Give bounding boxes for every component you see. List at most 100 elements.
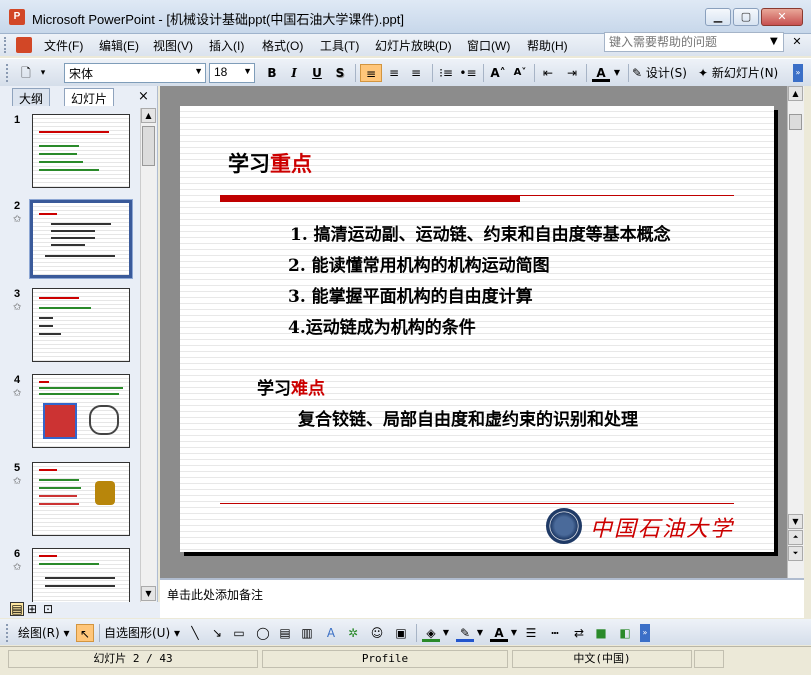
toolbar-options-icon[interactable]: ▾ — [38, 64, 48, 82]
clipart-icon[interactable]: ☺ — [368, 624, 386, 642]
slideshow-icon[interactable]: ⊡ — [43, 602, 53, 616]
minimize-button[interactable]: ▁ — [705, 8, 731, 26]
menu-window[interactable]: 窗口(W) — [467, 37, 510, 54]
toolbar-overflow-icon[interactable]: » — [793, 64, 803, 82]
align-right-icon[interactable]: ≡ — [406, 64, 426, 82]
menu-tools[interactable]: 工具(T) — [320, 37, 359, 54]
slide-thumbnail[interactable] — [32, 114, 130, 188]
powerpoint-icon[interactable]: P — [9, 9, 25, 25]
slide-thumbnail-selected[interactable] — [29, 199, 133, 279]
toolbar-grip[interactable] — [6, 624, 10, 642]
normal-view-icon[interactable]: ▤ — [10, 602, 24, 616]
line-style-icon[interactable]: ☰ — [522, 624, 540, 642]
difficulty-text[interactable]: 复合铰链、局部自由度和虚约束的识别和处理 — [298, 405, 638, 430]
document-icon[interactable] — [16, 37, 32, 53]
decrease-indent-icon[interactable]: ⇤ — [538, 64, 558, 82]
chevron-down-icon[interactable]: ▼ — [442, 624, 450, 642]
tab-slides[interactable]: 幻灯片 — [64, 88, 115, 106]
slide-sorter-icon[interactable]: ⊞ — [27, 602, 37, 616]
menu-format[interactable]: 格式(O) — [262, 37, 303, 54]
previous-slide-icon[interactable]: ⏶ — [788, 530, 803, 545]
underline-button[interactable]: U — [308, 64, 326, 82]
picture-icon[interactable]: ▣ — [392, 624, 410, 642]
chevron-down-icon[interactable]: ▼ — [476, 624, 484, 642]
next-slide-icon[interactable]: ⏷ — [788, 546, 803, 561]
align-left-icon[interactable]: ≡ — [360, 64, 382, 82]
notes-pane[interactable]: 单击此处添加备注 — [160, 578, 804, 618]
decrease-font-icon[interactable]: A˅ — [510, 64, 530, 82]
menu-edit[interactable]: 编辑(E) — [99, 37, 139, 54]
slide-canvas[interactable]: 学习重点 1. 搞清运动副、运动链、约束和自由度等基本概念 2. 能读懂常用机构… — [180, 106, 774, 552]
autoshapes-button[interactable]: 自选图形(U) ▾ — [104, 624, 182, 642]
bullet-point[interactable]: 1. 搞清运动副、运动链、约束和自由度等基本概念 — [290, 220, 671, 245]
menu-insert[interactable]: 插入(I) — [209, 37, 244, 54]
font-color-icon[interactable]: A — [592, 64, 610, 82]
oval-icon[interactable]: ◯ — [254, 624, 272, 642]
scroll-up-icon[interactable]: ▲ — [141, 108, 156, 123]
3d-style-icon[interactable]: ◧ — [616, 624, 634, 642]
diagram-icon[interactable]: ✲ — [344, 624, 362, 642]
scroll-down-icon[interactable]: ▼ — [788, 514, 803, 529]
shadow-style-icon[interactable]: ■ — [592, 624, 610, 642]
bullet-point[interactable]: 3. 能掌握平面机构的自由度计算 — [288, 282, 533, 307]
line-color-icon[interactable]: ✎ — [456, 624, 474, 642]
fill-color-icon[interactable]: ◈ — [422, 624, 440, 642]
arrow-style-icon[interactable]: ⇄ — [570, 624, 588, 642]
doc-close-icon[interactable]: ✕ — [788, 36, 806, 49]
font-color-icon[interactable]: A — [490, 624, 508, 642]
close-icon[interactable]: × — [138, 89, 149, 104]
line-icon[interactable]: ╲ — [186, 624, 204, 642]
increase-indent-icon[interactable]: ⇥ — [562, 64, 582, 82]
help-search-input[interactable] — [604, 32, 784, 52]
font-name-select[interactable]: 宋体 ▼ — [64, 63, 206, 83]
increase-font-icon[interactable]: A˄ — [488, 64, 508, 82]
new-document-icon[interactable]: 🗋 — [16, 64, 36, 82]
slide-thumbnail[interactable] — [32, 462, 130, 536]
chevron-down-icon[interactable]: ▼ — [612, 64, 622, 82]
numbering-icon[interactable]: ⁝≡ — [436, 64, 456, 82]
rectangle-icon[interactable]: ▭ — [230, 624, 248, 642]
new-slide-label: 新幻灯片(N) — [711, 66, 779, 80]
scroll-thumb[interactable] — [142, 126, 155, 166]
menu-slideshow[interactable]: 幻灯片放映(D) — [375, 37, 452, 54]
toolbar-overflow-icon[interactable]: » — [640, 624, 650, 642]
bullet-point[interactable]: 4.运动链成为机构的条件 — [288, 313, 476, 338]
dash-style-icon[interactable]: ┅ — [546, 624, 564, 642]
slide-title[interactable]: 学习重点 — [228, 148, 312, 178]
font-size-select[interactable]: 18 ▼ — [209, 63, 255, 83]
thumbnails-scrollbar[interactable]: ▲ ▼ — [140, 108, 156, 602]
menu-file[interactable]: 文件(F) — [44, 37, 83, 54]
draw-menu-button[interactable]: 绘图(R) ▾ — [18, 624, 72, 642]
textbox-icon[interactable]: ▤ — [276, 624, 294, 642]
align-center-icon[interactable]: ≡ — [384, 64, 404, 82]
menu-view[interactable]: 视图(V) — [153, 37, 193, 54]
design-button[interactable]: ✎ 设计(S) — [632, 64, 694, 82]
slide-thumbnail[interactable] — [32, 548, 130, 602]
wordart-icon[interactable]: A — [322, 624, 340, 642]
slide-scrollbar[interactable]: ▲ ▼ ⏶ ⏷ — [787, 86, 804, 578]
italic-button[interactable]: I — [285, 64, 303, 82]
chevron-down-icon[interactable]: ▼ — [770, 36, 778, 47]
select-pointer-icon[interactable]: ↖ — [76, 624, 94, 642]
close-button[interactable]: ✕ — [761, 8, 803, 26]
menu-help[interactable]: 帮助(H) — [527, 37, 568, 54]
maximize-button[interactable]: ▢ — [733, 8, 759, 26]
scroll-up-icon[interactable]: ▲ — [788, 86, 803, 101]
slide-thumbnail[interactable] — [32, 374, 130, 448]
toolbar-grip[interactable] — [4, 37, 8, 53]
toolbar-grip[interactable] — [6, 64, 10, 82]
shadow-button[interactable]: S — [331, 64, 349, 82]
tab-outline[interactable]: 大纲 — [12, 88, 51, 106]
difficulty-heading[interactable]: 学习难点 — [257, 374, 325, 399]
new-slide-button[interactable]: ✦ 新幻灯片(N) — [698, 64, 790, 82]
vertical-textbox-icon[interactable]: ▥ — [298, 624, 316, 642]
slides-pane: 大纲 幻灯片 × 1 2 ✩ 3 ✩ 4 ✩ 5 ✩ 6 ✩ ▲ ▼ — [0, 86, 158, 602]
slide-thumbnail[interactable] — [32, 288, 130, 362]
arrow-icon[interactable]: ↘ — [208, 624, 226, 642]
scroll-thumb[interactable] — [789, 114, 802, 130]
bold-button[interactable]: B — [263, 64, 281, 82]
bullets-icon[interactable]: •≡ — [458, 64, 478, 82]
scroll-down-icon[interactable]: ▼ — [141, 586, 156, 601]
bullet-point[interactable]: 2. 能读懂常用机构的机构运动简图 — [288, 251, 550, 276]
chevron-down-icon[interactable]: ▼ — [510, 624, 518, 642]
